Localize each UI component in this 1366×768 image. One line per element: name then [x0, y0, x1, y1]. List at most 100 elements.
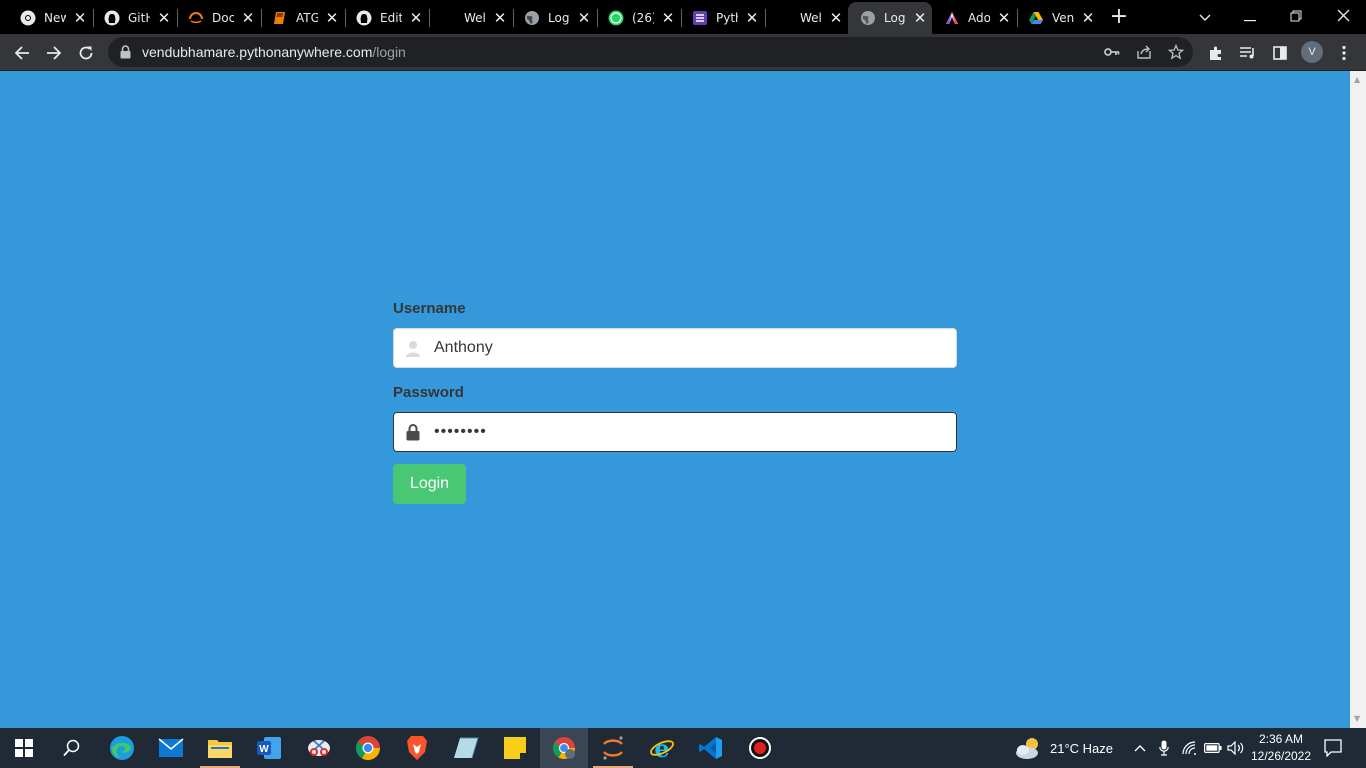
- notifications-button[interactable]: [1320, 734, 1346, 762]
- url-host: vendubhamare.pythonanywhere.com: [142, 44, 373, 60]
- chrome-profile-app[interactable]: [540, 728, 588, 768]
- tab-close-icon[interactable]: ✕: [1080, 10, 1096, 26]
- tab-python[interactable]: Pyth ✕: [680, 2, 764, 34]
- snipping-app[interactable]: [305, 734, 333, 762]
- restore-icon: [1290, 10, 1302, 22]
- network-button[interactable]: [1180, 734, 1200, 762]
- partly-cloudy-icon: [1016, 738, 1038, 759]
- microphone-button[interactable]: [1156, 734, 1172, 762]
- mail-app[interactable]: [157, 734, 185, 762]
- windows-taskbar: W e 21°C Haze 2:36 AM 12/26/2022: [0, 728, 1366, 768]
- tab-new[interactable]: New ✕: [8, 2, 92, 34]
- vscode-app[interactable]: [697, 734, 725, 762]
- side-panel-button[interactable]: [1270, 43, 1290, 63]
- tab-close-icon[interactable]: ✕: [996, 10, 1012, 26]
- jupyter-app[interactable]: [593, 734, 633, 768]
- forward-button[interactable]: [40, 39, 68, 67]
- folder-icon: [208, 740, 232, 758]
- edge-app[interactable]: [108, 734, 136, 762]
- tab-whatsapp[interactable]: (26) ✕: [596, 2, 680, 34]
- side-panel-icon: [1273, 46, 1287, 60]
- reload-button[interactable]: [72, 39, 100, 67]
- new-tab-button[interactable]: +: [1108, 6, 1130, 28]
- tab-login-active[interactable]: Log ✕: [848, 2, 932, 34]
- svg-text:e: e: [654, 735, 669, 761]
- word-icon: W: [257, 737, 281, 759]
- tab-title: Log: [884, 11, 906, 25]
- scroll-up-icon[interactable]: ▲: [1354, 75, 1360, 84]
- user-icon: [404, 339, 422, 357]
- tab-github[interactable]: GitH ✕: [92, 2, 176, 34]
- internet-explorer-app[interactable]: e: [648, 734, 676, 762]
- url-path: /login: [372, 44, 406, 60]
- notepad-icon: [454, 737, 479, 759]
- profile-avatar[interactable]: V: [1301, 41, 1323, 63]
- battery-button[interactable]: [1203, 734, 1223, 762]
- tab-doc[interactable]: Doc ✕: [176, 2, 260, 34]
- start-button[interactable]: [10, 734, 38, 762]
- url-text[interactable]: vendubhamare.pythonanywhere.com/login: [142, 44, 406, 60]
- file-explorer-app[interactable]: [200, 734, 240, 768]
- restore-button[interactable]: [1284, 4, 1308, 30]
- system-clock[interactable]: 2:36 AM 12/26/2022: [1250, 731, 1312, 765]
- tab-welcome[interactable]: Wel ✕: [428, 2, 512, 34]
- login-button[interactable]: Login: [393, 464, 466, 504]
- volume-button[interactable]: [1226, 734, 1246, 762]
- tab-close-icon[interactable]: ✕: [660, 10, 676, 26]
- tab-close-icon[interactable]: ✕: [912, 10, 928, 26]
- tab-atg[interactable]: ATG ✕: [260, 2, 344, 34]
- address-bar[interactable]: vendubhamare.pythonanywhere.com/login: [108, 37, 1193, 67]
- minimize-button[interactable]: [1238, 4, 1262, 30]
- search-icon: [63, 739, 80, 757]
- notes-app[interactable]: [452, 734, 480, 762]
- chrome-app[interactable]: [354, 734, 382, 762]
- tab-close-icon[interactable]: ✕: [72, 10, 88, 26]
- tab-edit[interactable]: Edit ✕: [344, 2, 428, 34]
- windows-logo-icon: [15, 739, 33, 757]
- tab-close-icon[interactable]: ✕: [576, 10, 592, 26]
- tab-close-icon[interactable]: ✕: [324, 10, 340, 26]
- tab-search-button[interactable]: [1193, 4, 1217, 30]
- scroll-down-icon[interactable]: ▼: [1354, 714, 1360, 723]
- weather-widget[interactable]: [1014, 734, 1044, 762]
- tab-close-icon[interactable]: ✕: [828, 10, 844, 26]
- vertical-scrollbar[interactable]: ▲ ▼: [1350, 71, 1366, 728]
- extensions-button[interactable]: [1206, 43, 1226, 63]
- lock-icon[interactable]: [120, 44, 131, 63]
- star-icon[interactable]: [1167, 43, 1185, 61]
- arrow-right-icon: [47, 46, 62, 60]
- chrome-icon: [20, 10, 36, 26]
- menu-button[interactable]: [1334, 43, 1354, 63]
- vscode-icon: [699, 737, 722, 759]
- word-app[interactable]: W: [255, 734, 283, 762]
- sticky-notes-app[interactable]: [501, 734, 529, 762]
- key-icon[interactable]: [1103, 43, 1121, 61]
- search-button[interactable]: [58, 734, 86, 762]
- username-field[interactable]: Anthony: [393, 328, 957, 368]
- tab-close-icon[interactable]: ✕: [744, 10, 760, 26]
- tab-drive[interactable]: Ven ✕: [1016, 2, 1100, 34]
- close-window-button[interactable]: [1331, 4, 1355, 30]
- password-field[interactable]: ••••••••: [393, 412, 957, 452]
- share-icon[interactable]: [1135, 43, 1153, 61]
- tab-login[interactable]: Log ✕: [512, 2, 596, 34]
- orange-ring-icon: [188, 10, 204, 26]
- tab-adobe[interactable]: Ado ✕: [932, 2, 1016, 34]
- tab-close-icon[interactable]: ✕: [408, 10, 424, 26]
- tab-welcome-2[interactable]: Wel ✕: [764, 2, 848, 34]
- media-control-button[interactable]: [1238, 43, 1258, 63]
- snipping-icon: [308, 740, 330, 756]
- tab-close-icon[interactable]: ✕: [492, 10, 508, 26]
- back-button[interactable]: [8, 39, 36, 67]
- tab-close-icon[interactable]: ✕: [240, 10, 256, 26]
- sticky-note-icon: [504, 737, 526, 759]
- weather-text[interactable]: 21°C Haze: [1050, 741, 1113, 756]
- adobe-icon: [944, 10, 960, 26]
- tab-close-icon[interactable]: ✕: [156, 10, 172, 26]
- show-hidden-icons-button[interactable]: [1131, 734, 1149, 762]
- drive-icon: [1028, 10, 1044, 26]
- brave-app[interactable]: [403, 734, 431, 762]
- screen-recorder-app[interactable]: [746, 734, 774, 762]
- puzzle-icon: [1210, 46, 1221, 60]
- battery-icon: [1204, 743, 1222, 753]
